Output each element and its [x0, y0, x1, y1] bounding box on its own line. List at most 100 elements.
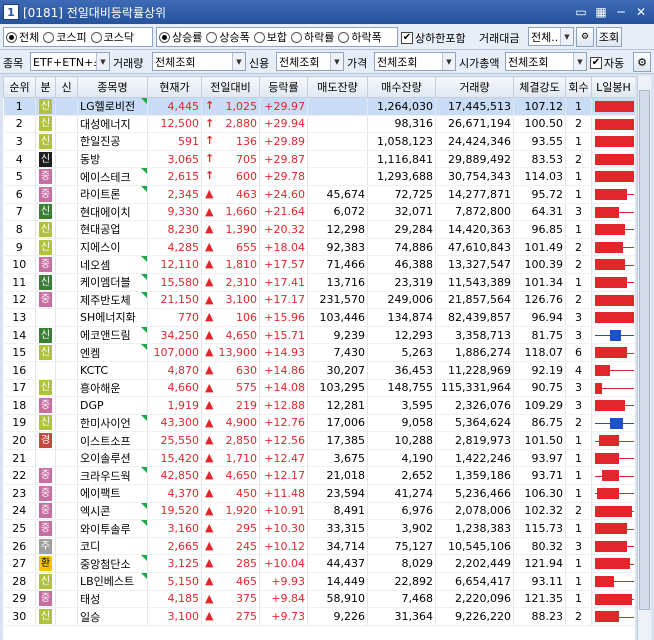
current-price-cell: 15,580 — [147, 273, 202, 292]
scrollbar-thumb[interactable] — [639, 90, 650, 610]
vertical-scrollbar[interactable] — [637, 76, 651, 640]
table-row[interactable]: 25 중 와이투솔루 3,160 ▲ 295 +10.30 33,315 3,902 1,238,… — [3, 519, 635, 538]
up-triangle-icon: ▲ — [205, 415, 214, 429]
column-header[interactable]: 매수잔량 — [367, 76, 436, 98]
radio-fall-amount[interactable]: 하락폭 — [336, 29, 383, 45]
radio-market-kospi[interactable]: 코스피 — [41, 29, 88, 45]
table-row[interactable]: 29 중 태성 4,185 ▲ 375 +9.84 58,910 7,468 2,220,096 1… — [3, 590, 635, 609]
table-row[interactable]: 4 신 동방 3,065 ↑ 705 +29.87 1,116,841 29,889,492 83… — [3, 150, 635, 169]
radio-dot-icon — [159, 31, 170, 43]
market-cap-select[interactable]: 전체조회 ▼ — [505, 52, 587, 71]
table-row[interactable]: 26 주 코디 2,665 ▲ 245 +10.12 34,714 75,127 10,545,1… — [3, 537, 635, 556]
table-row[interactable]: 27 환 중앙첨단소 3,125 ▲ 285 +10.04 44,437 8,029 2,202,… — [3, 554, 635, 574]
radio-rise-rate[interactable]: 상승률 — [157, 29, 204, 45]
table-row[interactable]: 2 신 대성에너지 12,500 ↑ 2,880 +29.94 98,316 26,671,19… — [3, 115, 635, 134]
table-row[interactable]: 13 SH에너지화 770 ▲ 106 +15.96 103,446 134,874 82,43… — [3, 308, 635, 327]
table-row[interactable]: 28 신 LB인베스트 5,150 ▲ 465 +9.93 14,449 22,892 6,654… — [3, 572, 635, 591]
current-price-cell: 4,445 — [147, 97, 202, 116]
table-row[interactable]: 3 신 한일진공 591 ↑ 136 +29.89 1,058,123 24,424,346 93… — [3, 132, 635, 151]
limit-include-checkbox[interactable]: ✔ 상하한포함 — [401, 30, 466, 46]
bid-remain-cell: 9,058 — [367, 414, 436, 433]
column-header[interactable]: 종목명 — [77, 76, 148, 98]
change-cell: ▲ 4,650 — [201, 326, 260, 345]
close-icon[interactable]: ✕ — [632, 3, 650, 20]
column-header[interactable]: 현재가 — [147, 76, 202, 98]
volume-cell: 2,202,449 — [435, 554, 514, 574]
query-button[interactable]: 조회 — [596, 27, 622, 47]
column-header[interactable]: 신 — [55, 76, 78, 98]
column-header[interactable]: 거래량 — [435, 76, 514, 98]
count-cell: 3 — [565, 396, 592, 415]
minimize-icon[interactable]: ─ — [612, 3, 630, 20]
table-row[interactable]: 16 KCTC 4,870 ▲ 630 +14.86 30,207 36,453 11,228,… — [3, 361, 635, 380]
table-row[interactable]: 24 중 엑시콘 19,520 ▲ 1,920 +10.91 8,491 6,976 2,078,… — [3, 502, 635, 521]
table-row[interactable]: 23 중 에이팩트 4,370 ▲ 450 +11.48 23,594 41,274 5,236,… — [3, 484, 635, 503]
strength-cell: 93.55 — [513, 132, 566, 151]
rank-cell: 16 — [3, 361, 36, 380]
volume-select[interactable]: 전체조회 ▼ — [152, 52, 246, 71]
radio-unchanged[interactable]: 보합 — [252, 29, 289, 45]
table-row[interactable]: 15 신 엔켐 107,000 ▲ 13,900 +14.93 7,430 5,263 1,886… — [3, 343, 635, 362]
count-cell: 2 — [565, 414, 592, 433]
table-row[interactable]: 21 오이솔루션 15,420 ▲ 1,710 +12.47 3,675 4,190 1,422… — [3, 449, 635, 468]
credit-select[interactable]: 전체조회 ▼ — [276, 52, 344, 71]
radio-fall-rate[interactable]: 하락률 — [289, 29, 336, 45]
column-header[interactable]: 순위 — [3, 76, 36, 98]
column-header[interactable]: L일봉H — [591, 76, 635, 98]
up-triangle-icon: ▲ — [205, 257, 214, 271]
rank-table-container: 순위 분 신 종목명 현재가 전일대비 등락률 매도잔량 매수잔량 거래량 체결강도 회수 L일봉H 1… — [3, 76, 635, 640]
table-row[interactable]: 11 신 케이엠더블 15,580 ▲ 2,310 +17.41 13,716 23,319 11… — [3, 273, 635, 292]
table-row[interactable]: 30 신 일승 3,100 ▲ 275 +9.73 9,226 31,364 9,226,220 8… — [3, 607, 635, 626]
radio-market-kosdaq[interactable]: 코스닥 — [89, 29, 136, 45]
column-header[interactable]: 회수 — [565, 76, 592, 98]
settings-tool-button[interactable]: ⚙ — [576, 27, 594, 47]
table-row[interactable]: 22 중 크라우드웍 42,850 ▲ 4,650 +12.17 21,018 2,652 1,3… — [3, 466, 635, 486]
ask-remain-cell: 12,281 — [307, 396, 368, 415]
table-row[interactable]: 12 중 제주반도체 21,150 ▲ 3,100 +17.17 231,570 249,006… — [3, 291, 635, 310]
market-division-cell — [35, 308, 56, 327]
column-header[interactable]: 매도잔량 — [307, 76, 368, 98]
credit-cell — [55, 167, 78, 186]
rate-cell: +14.93 — [259, 343, 308, 362]
table-row[interactable]: 5 중 에이스테크 2,615 ↑ 600 +29.78 1,293,688 30,754,34… — [3, 167, 635, 186]
table-row[interactable]: 10 중 네오셈 12,110 ▲ 1,810 +17.57 71,466 46,388 13,3… — [3, 255, 635, 274]
table-row[interactable]: 8 신 현대공업 8,230 ▲ 1,390 +20.32 12,298 29,284 14,42… — [3, 220, 635, 239]
radio-market-all[interactable]: 전체 — [4, 29, 41, 45]
column-header[interactable]: 전일대비 — [201, 76, 260, 98]
table-row[interactable]: 18 중 DGP 1,919 ▲ 219 +12.88 12,281 3,595 2,326,07… — [3, 396, 635, 415]
count-cell: 2 — [565, 255, 592, 274]
grid-icon[interactable]: ▦ — [592, 3, 610, 20]
trade-amount-select[interactable]: 전체.. ▼ — [528, 27, 574, 46]
table-row[interactable]: 17 신 흥아해운 4,660 ▲ 575 +14.08 103,295 148,755 115,… — [3, 379, 635, 398]
stock-name-cell: 이스트소프 — [77, 431, 148, 450]
window-icon[interactable]: ▭ — [572, 3, 590, 20]
table-row[interactable]: 14 신 에코앤드림 34,250 ▲ 4,650 +15.71 9,239 12,293 3,3… — [3, 326, 635, 345]
strength-cell: 101.49 — [513, 238, 566, 257]
count-cell: 3 — [565, 379, 592, 398]
up-triangle-icon: ▲ — [205, 327, 214, 341]
daily-candle-cell — [591, 502, 635, 521]
column-header[interactable]: 등락률 — [259, 76, 308, 98]
rank-cell: 26 — [3, 537, 36, 556]
volume-cell: 1,422,246 — [435, 449, 514, 468]
auto-refresh-checkbox[interactable]: ✔ 자동 — [590, 55, 624, 71]
ask-remain-cell: 17,006 — [307, 414, 368, 433]
table-row[interactable]: 6 중 라이트론 2,345 ▲ 463 +24.60 45,674 72,725 14,277,… — [3, 185, 635, 204]
item-select[interactable]: ETF+ETN+스 ▼ — [30, 52, 110, 71]
price-select[interactable]: 전체조회 ▼ — [374, 52, 456, 71]
table-row[interactable]: 20 경 이스트소프 25,550 ▲ 2,850 +12.56 17,385 10,288 2,… — [3, 431, 635, 450]
bid-remain-cell: 7,468 — [367, 590, 436, 609]
current-price-cell: 2,615 — [147, 167, 202, 186]
table-row[interactable]: 1 신 LG헬로비전 4,445 ↑ 1,025 +29.97 1,264,030 17,445… — [3, 97, 635, 116]
column-header[interactable]: 분 — [35, 76, 56, 98]
column-header[interactable]: 체결강도 — [513, 76, 566, 98]
table-row[interactable]: 19 신 한미사이언 43,300 ▲ 4,900 +12.76 17,006 9,058 5,3… — [3, 414, 635, 433]
table-row[interactable]: 7 신 현대에이치 9,330 ▲ 1,660 +21.64 6,072 32,071 7,872… — [3, 203, 635, 222]
candle-body — [595, 153, 634, 165]
strength-cell: 93.97 — [513, 449, 566, 468]
gear-button[interactable]: ⚙ — [633, 52, 651, 72]
stock-name-cell: 와이투솔루 — [77, 519, 148, 538]
table-row[interactable]: 9 신 지에스이 4,285 ▲ 655 +18.04 92,383 74,886 47,610,… — [3, 238, 635, 257]
change-cell: ▲ 655 — [201, 238, 260, 257]
radio-rise-amount[interactable]: 상승폭 — [204, 29, 251, 45]
